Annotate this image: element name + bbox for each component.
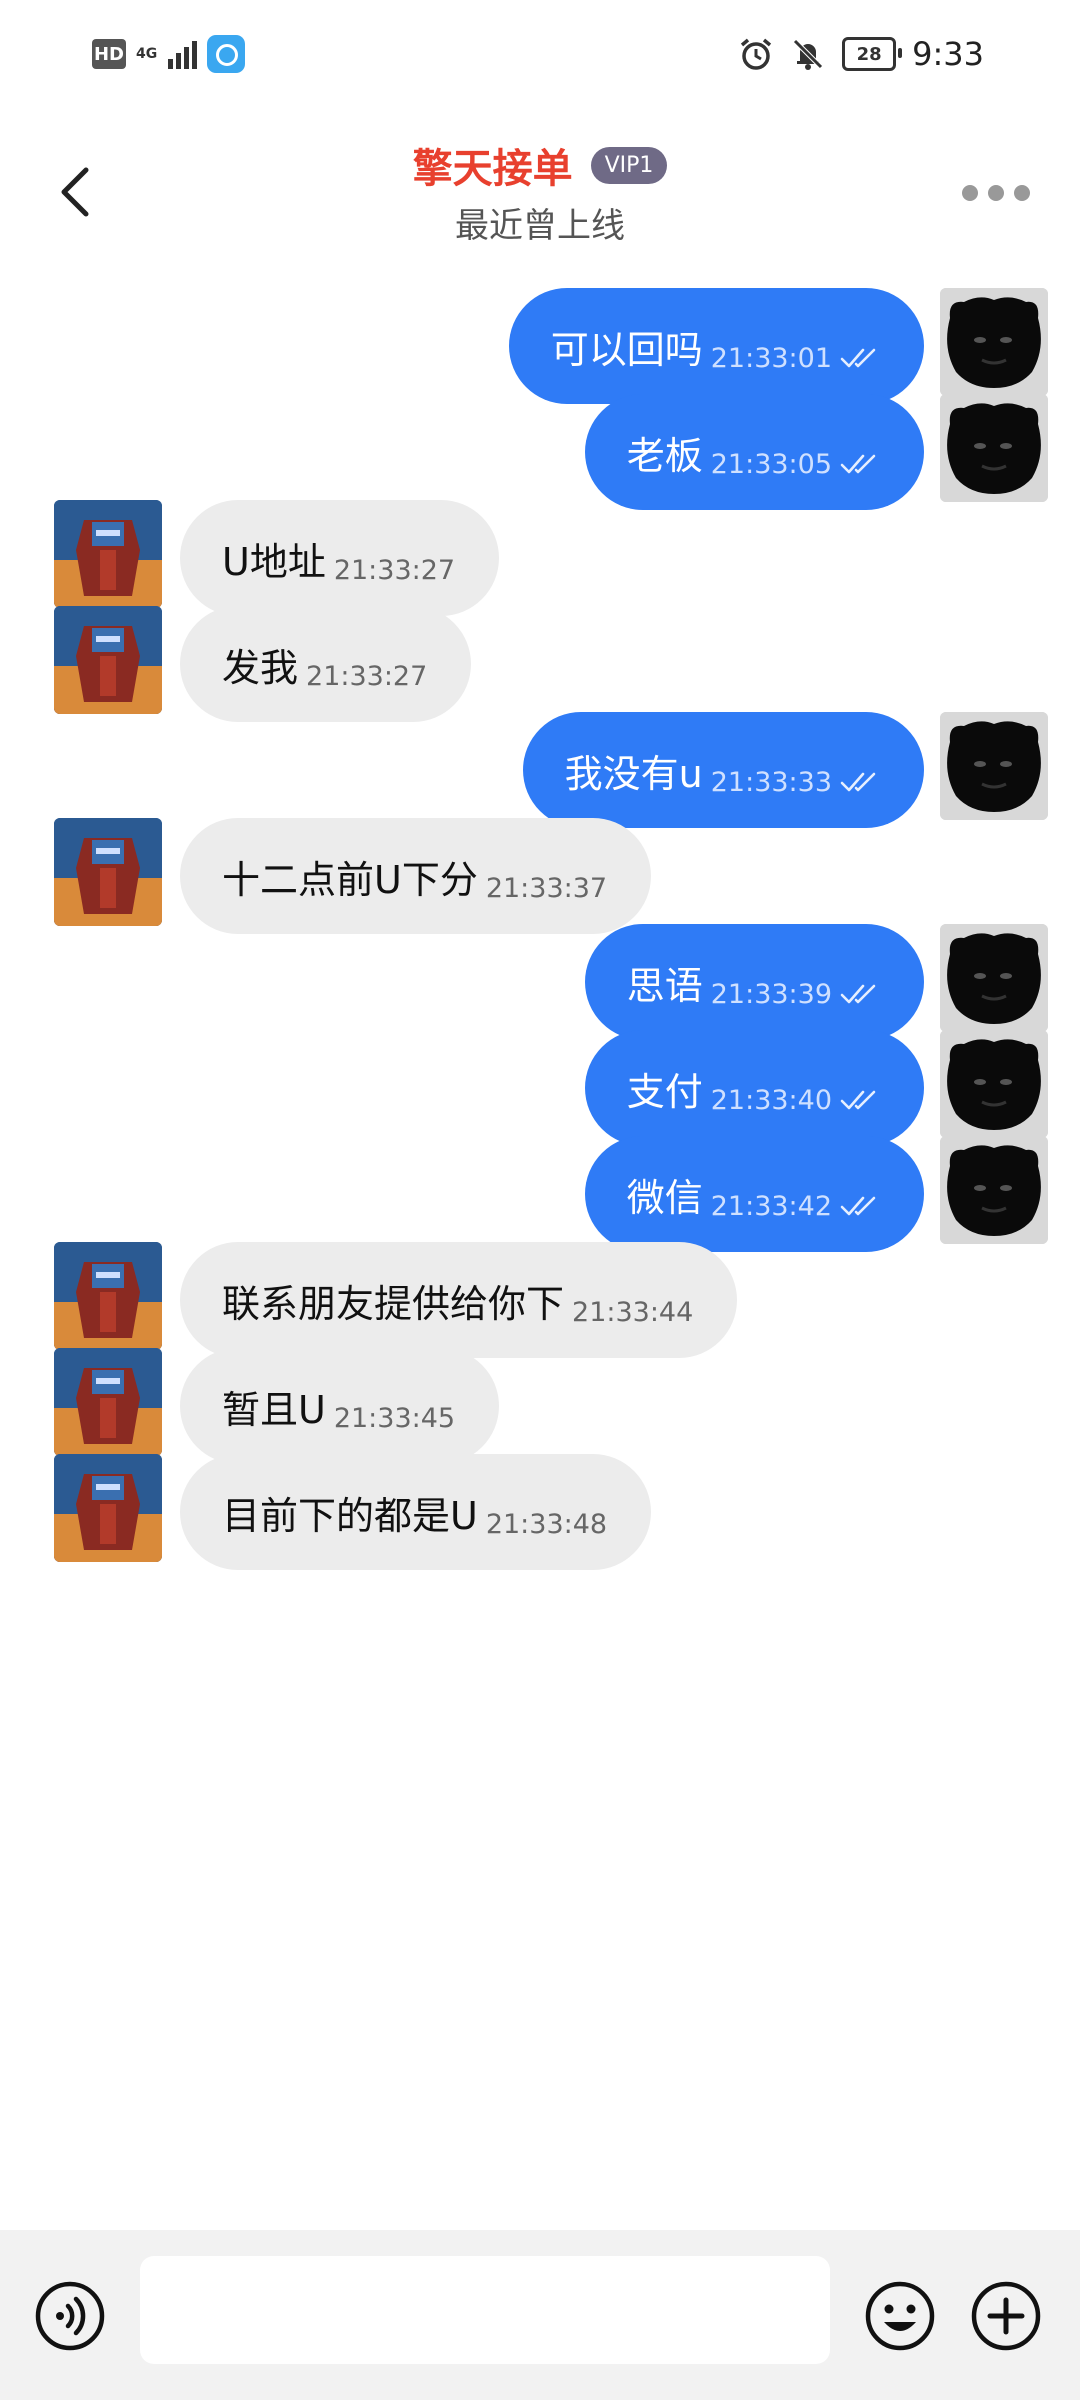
incoming-message: 发我 21:33:27 bbox=[0, 584, 1080, 722]
incoming-message: U地址 21:33:27 bbox=[0, 478, 1080, 616]
alarm-icon bbox=[741, 38, 772, 70]
signal-icon bbox=[168, 39, 197, 69]
message-text: 联系朋友提供给你下 bbox=[222, 1281, 565, 1326]
online-status: 最近曾上线 bbox=[455, 206, 625, 246]
message-text: 发我 bbox=[222, 645, 299, 690]
message-time: 21:33:44 bbox=[572, 1296, 694, 1328]
message-time: 21:33:33 bbox=[710, 766, 832, 798]
message-text: 暂且U bbox=[222, 1387, 326, 1432]
more-options-button[interactable] bbox=[962, 178, 1038, 208]
double-check-icon bbox=[840, 984, 876, 1004]
chat-title[interactable]: 擎天接单 bbox=[413, 136, 573, 194]
message-time: 21:33:37 bbox=[485, 872, 608, 904]
message-text: 可以回吗 bbox=[550, 327, 703, 372]
message-text: 十二点前U下分 bbox=[222, 857, 478, 902]
more-dot bbox=[988, 185, 1004, 201]
message-time: 21:33:42 bbox=[710, 1190, 832, 1222]
message-text: 目前下的都是U bbox=[222, 1493, 478, 1538]
message-time: 21:33:27 bbox=[306, 660, 428, 692]
emoji-icon[interactable] bbox=[864, 2280, 936, 2352]
vip-badge: VIP1 bbox=[590, 146, 668, 184]
message-text: 支付 bbox=[626, 1069, 703, 1114]
outgoing-message: 我没有u 21:33:33 bbox=[0, 690, 1080, 828]
message-time: 21:33:45 bbox=[333, 1402, 456, 1434]
hd-indicator: HD bbox=[92, 39, 126, 69]
input-bar bbox=[0, 2230, 1080, 2400]
contact-avatar[interactable] bbox=[54, 1454, 162, 1562]
incoming-message: 目前下的都是U 21:33:48 bbox=[0, 1432, 1080, 1570]
app-notification-icon bbox=[207, 35, 245, 73]
outgoing-message: 思语 21:33:39 bbox=[0, 902, 1080, 1040]
battery-icon: 28 bbox=[842, 37, 903, 71]
title-row: 擎天接单 VIP1 bbox=[0, 136, 1080, 194]
outgoing-message: 支付 21:33:40 bbox=[0, 1008, 1080, 1146]
message-text: 思语 bbox=[626, 963, 703, 1008]
message-text: 老板 bbox=[626, 433, 703, 478]
double-check-icon bbox=[840, 1090, 876, 1110]
more-dot bbox=[1014, 185, 1030, 201]
message-text: 我没有u bbox=[564, 751, 703, 796]
message-time: 21:33:01 bbox=[710, 342, 832, 374]
double-check-icon bbox=[840, 1196, 876, 1216]
outgoing-message: 可以回吗 21:33:01 bbox=[0, 266, 1080, 404]
incoming-message: 十二点前U下分 21:33:37 bbox=[0, 796, 1080, 934]
status-right: 28 9:33 bbox=[738, 30, 984, 78]
outgoing-message: 老板 21:33:05 bbox=[0, 372, 1080, 510]
double-check-icon bbox=[840, 348, 876, 368]
clock: 9:33 bbox=[912, 35, 984, 73]
message-time: 21:33:40 bbox=[710, 1084, 832, 1116]
outgoing-message: 微信 21:33:42 bbox=[0, 1114, 1080, 1252]
message-text: 微信 bbox=[626, 1175, 703, 1220]
voice-icon[interactable] bbox=[34, 2280, 106, 2352]
message-time: 21:33:48 bbox=[485, 1508, 608, 1540]
plus-icon[interactable] bbox=[970, 2280, 1042, 2352]
message-time: 21:33:05 bbox=[710, 448, 832, 480]
message-time: 21:33:39 bbox=[710, 978, 832, 1010]
network-type: 4G bbox=[136, 46, 158, 62]
incoming-message: 联系朋友提供给你下 21:33:44 bbox=[0, 1220, 1080, 1358]
message-time: 21:33:27 bbox=[333, 554, 456, 586]
mute-bell-icon bbox=[793, 39, 823, 70]
message-bubble[interactable]: 目前下的都是U 21:33:48 bbox=[180, 1454, 652, 1570]
double-check-icon bbox=[840, 454, 876, 474]
incoming-message: 暂且U 21:33:45 bbox=[0, 1326, 1080, 1464]
double-check-icon bbox=[840, 772, 876, 792]
more-dots-icon bbox=[962, 185, 978, 201]
status-left: HD 4G bbox=[92, 30, 245, 78]
chat-header: 擎天接单 VIP1 最近曾上线 bbox=[0, 106, 1080, 266]
message-text: U地址 bbox=[222, 539, 326, 584]
message-input[interactable] bbox=[140, 2256, 830, 2364]
status-bar: HD 4G 28 9:33 bbox=[0, 0, 1080, 106]
